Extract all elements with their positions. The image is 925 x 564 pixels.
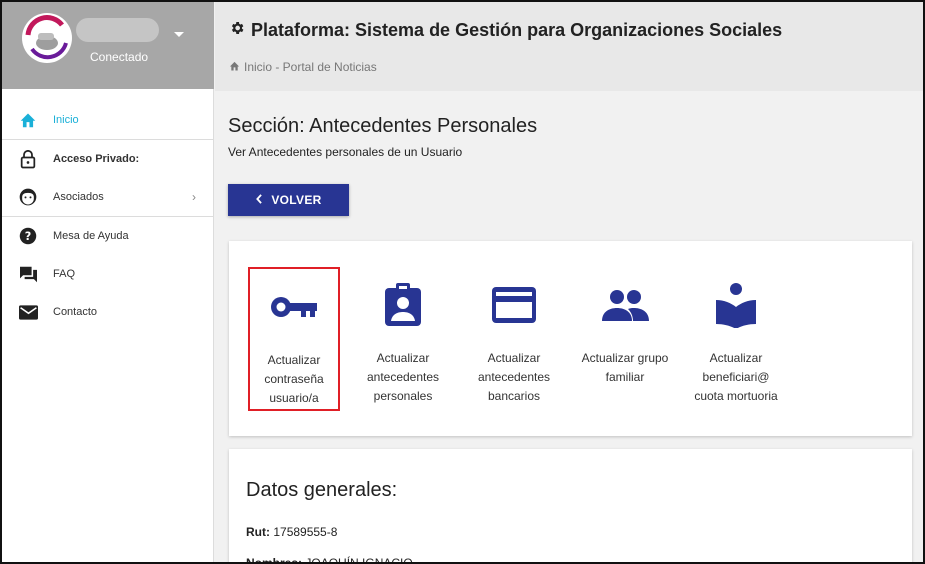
action-label: Actualizar antecedentes bancarios bbox=[477, 351, 551, 403]
key-icon bbox=[250, 279, 338, 335]
sidebar: Conectado Inicio Acceso Privado: Asociad… bbox=[2, 2, 214, 562]
action-label: Actualizar grupo familiar bbox=[581, 351, 669, 384]
actions-card: Actualizar contraseña usuario/a Actualiz… bbox=[229, 241, 912, 436]
rut-row: Rut: 17589555-8 bbox=[246, 525, 337, 539]
lock-icon bbox=[18, 149, 38, 169]
book-reader-icon bbox=[690, 277, 782, 333]
action-update-family[interactable]: Actualizar grupo familiar bbox=[579, 267, 671, 411]
sidebar-item-faq[interactable]: FAQ bbox=[2, 255, 214, 293]
organization-logo-icon bbox=[23, 14, 71, 62]
action-update-personal[interactable]: Actualizar antecedentes personales bbox=[357, 267, 449, 411]
forum-icon bbox=[18, 264, 38, 284]
back-button-label: VOLVER bbox=[271, 193, 322, 207]
svg-text:?: ? bbox=[25, 230, 32, 243]
action-update-beneficiary[interactable]: Actualizar beneficiari@ cuota mortuoria bbox=[690, 267, 782, 411]
sidebar-nav: Inicio Acceso Privado: Asociados › ? Mes… bbox=[2, 101, 214, 331]
action-update-banking[interactable]: Actualizar antecedentes bancarios bbox=[468, 267, 560, 411]
rut-value: 17589555-8 bbox=[273, 525, 338, 539]
nombres-value: JOAQUÍN IGNACIO bbox=[305, 556, 413, 564]
sidebar-item-label: Mesa de Ayuda bbox=[53, 230, 129, 242]
app-frame: Conectado Inicio Acceso Privado: Asociad… bbox=[0, 0, 925, 564]
rut-label: Rut: bbox=[246, 525, 270, 539]
main-content: Plataforma: Sistema de Gestión para Orga… bbox=[215, 2, 923, 562]
action-label: Actualizar contraseña usuario/a bbox=[264, 353, 324, 405]
breadcrumb: Inicio - Portal de Noticias bbox=[229, 60, 377, 74]
action-label: Actualizar antecedentes personales bbox=[366, 351, 440, 403]
breadcrumb-text[interactable]: Inicio - Portal de Noticias bbox=[244, 60, 377, 74]
sidebar-item-inicio[interactable]: Inicio bbox=[2, 101, 214, 139]
sidebar-item-contacto[interactable]: Contacto bbox=[2, 293, 214, 331]
sidebar-item-label: Contacto bbox=[53, 306, 98, 318]
nombres-label: Nombres: bbox=[246, 556, 303, 564]
user-menu-caret-icon[interactable] bbox=[174, 32, 184, 37]
chevron-left-icon bbox=[255, 193, 263, 207]
user-status: Conectado bbox=[90, 50, 149, 64]
section-title: Sección: Antecedentes Personales bbox=[228, 115, 538, 137]
general-data-card: Datos generales: Rut: 17589555-8 Nombres… bbox=[229, 449, 912, 564]
nombres-row: Nombres: JOAQUÍN IGNACIO bbox=[246, 556, 413, 564]
page-header: Plataforma: Sistema de Gestión para Orga… bbox=[215, 2, 923, 91]
back-button[interactable]: VOLVER bbox=[228, 184, 349, 216]
group-icon bbox=[579, 277, 671, 333]
home-icon bbox=[229, 60, 240, 74]
page-title: Plataforma: Sistema de Gestión para Orga… bbox=[251, 20, 783, 40]
chevron-right-icon: › bbox=[192, 190, 196, 204]
sidebar-item-asociados[interactable]: Asociados › bbox=[2, 178, 214, 216]
username-redacted bbox=[76, 18, 159, 42]
face-icon bbox=[18, 187, 38, 207]
home-icon bbox=[18, 110, 38, 130]
sidebar-item-label: Inicio bbox=[53, 114, 79, 126]
credit-card-icon bbox=[468, 277, 560, 333]
badge-icon bbox=[357, 277, 449, 333]
mail-icon bbox=[18, 302, 38, 322]
sidebar-item-label: Asociados bbox=[53, 191, 104, 203]
sidebar-item-label: FAQ bbox=[53, 268, 76, 280]
action-update-password[interactable]: Actualizar contraseña usuario/a bbox=[248, 267, 340, 411]
gear-icon bbox=[229, 20, 245, 41]
action-label: Actualizar beneficiari@ cuota mortuoria bbox=[694, 351, 778, 403]
sidebar-item-label: Acceso Privado: bbox=[53, 153, 140, 165]
help-icon: ? bbox=[18, 226, 38, 246]
avatar[interactable] bbox=[22, 13, 72, 63]
sidebar-item-mesa-de-ayuda[interactable]: ? Mesa de Ayuda bbox=[2, 217, 214, 255]
page-title-row: Plataforma: Sistema de Gestión para Orga… bbox=[229, 20, 782, 41]
section-subtitle: Ver Antecedentes personales de un Usuari… bbox=[228, 145, 463, 159]
data-title: Datos generales: bbox=[246, 479, 398, 501]
user-panel: Conectado bbox=[2, 2, 214, 89]
sidebar-item-acceso-privado: Acceso Privado: bbox=[2, 140, 214, 178]
